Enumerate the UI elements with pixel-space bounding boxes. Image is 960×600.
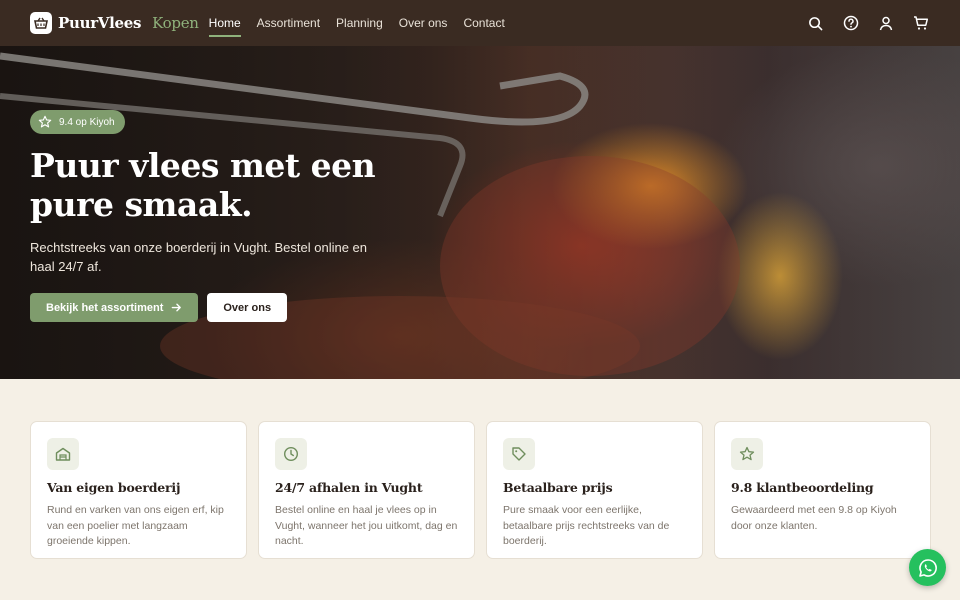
cart-icon[interactable] [911,14,930,33]
nav-assortiment[interactable]: Assortiment [257,0,320,46]
hero-banner: 9.4 op Kiyoh Puur vlees met een pure sma… [0,46,960,379]
hero-content: 9.4 op Kiyoh Puur vlees met een pure sma… [30,110,450,322]
feature-title: 24/7 afhalen in Vught [275,480,423,495]
help-icon[interactable] [841,14,860,33]
user-icon[interactable] [876,14,895,33]
star-icon [38,115,52,128]
site-header: PuurVlees Kopen Home Assortiment Planning… [0,0,960,46]
nav-planning[interactable]: Planning [336,0,383,46]
feature-title: Betaalbare prijs [503,480,613,495]
feature-card: Betaalbare prijs Pure smaak voor een eer… [486,421,703,559]
nav-over-ons[interactable]: Over ons [399,0,448,46]
whatsapp-icon [918,558,937,577]
feature-cards: Van eigen boerderij Rund en varken van o… [30,421,931,559]
whatsapp-button[interactable] [909,549,946,586]
search-icon[interactable] [806,14,825,33]
logo-name: PuurVlees [58,14,142,32]
logo[interactable]: PuurVlees Kopen [30,12,199,34]
feature-text: Bestel online en haal je vlees op in Vug… [275,504,458,547]
clock-icon [275,438,307,470]
tag-icon [503,438,535,470]
star-icon [731,438,763,470]
rating-badge: 9.4 op Kiyoh [30,110,125,134]
header-actions [806,14,930,33]
main-nav: Home Assortiment Planning Over ons Conta… [208,0,505,46]
hero-title: Puur vlees met een pure smaak. [30,146,376,224]
feature-text: Pure smaak voor een eerlijke, betaalbare… [503,504,670,547]
farm-icon [47,438,79,470]
basket-logo-icon [30,12,52,34]
feature-card: 24/7 afhalen in Vught Bestel online en h… [258,421,475,559]
feature-text: Gewaardeerd met een 9.8 op Kiyoh door on… [731,504,897,532]
feature-card: Van eigen boerderij Rund en varken van o… [30,421,247,559]
hero-buttons: Bekijk het assortiment Over ons [30,293,450,322]
feature-title: Van eigen boerderij [47,480,181,495]
view-assortment-button[interactable]: Bekijk het assortiment [30,293,199,322]
view-assortment-label: Bekijk het assortiment [46,301,164,314]
hero-subtitle: Rechtstreeks van onze boerderij in Vught… [30,240,367,274]
about-us-button[interactable]: Over ons [207,293,288,322]
nav-contact[interactable]: Contact [463,0,504,46]
feature-text: Rund en varken van ons eigen erf, kip va… [47,504,224,547]
feature-card: 9.8 klantbeoordeling Gewaardeerd met een… [714,421,931,559]
nav-home[interactable]: Home [208,0,241,46]
feature-title: 9.8 klantbeoordeling [731,480,874,495]
arrow-right-icon [172,303,182,312]
logo-accent: Kopen [152,14,199,32]
badge-label: 9.4 op Kiyoh [59,116,115,128]
